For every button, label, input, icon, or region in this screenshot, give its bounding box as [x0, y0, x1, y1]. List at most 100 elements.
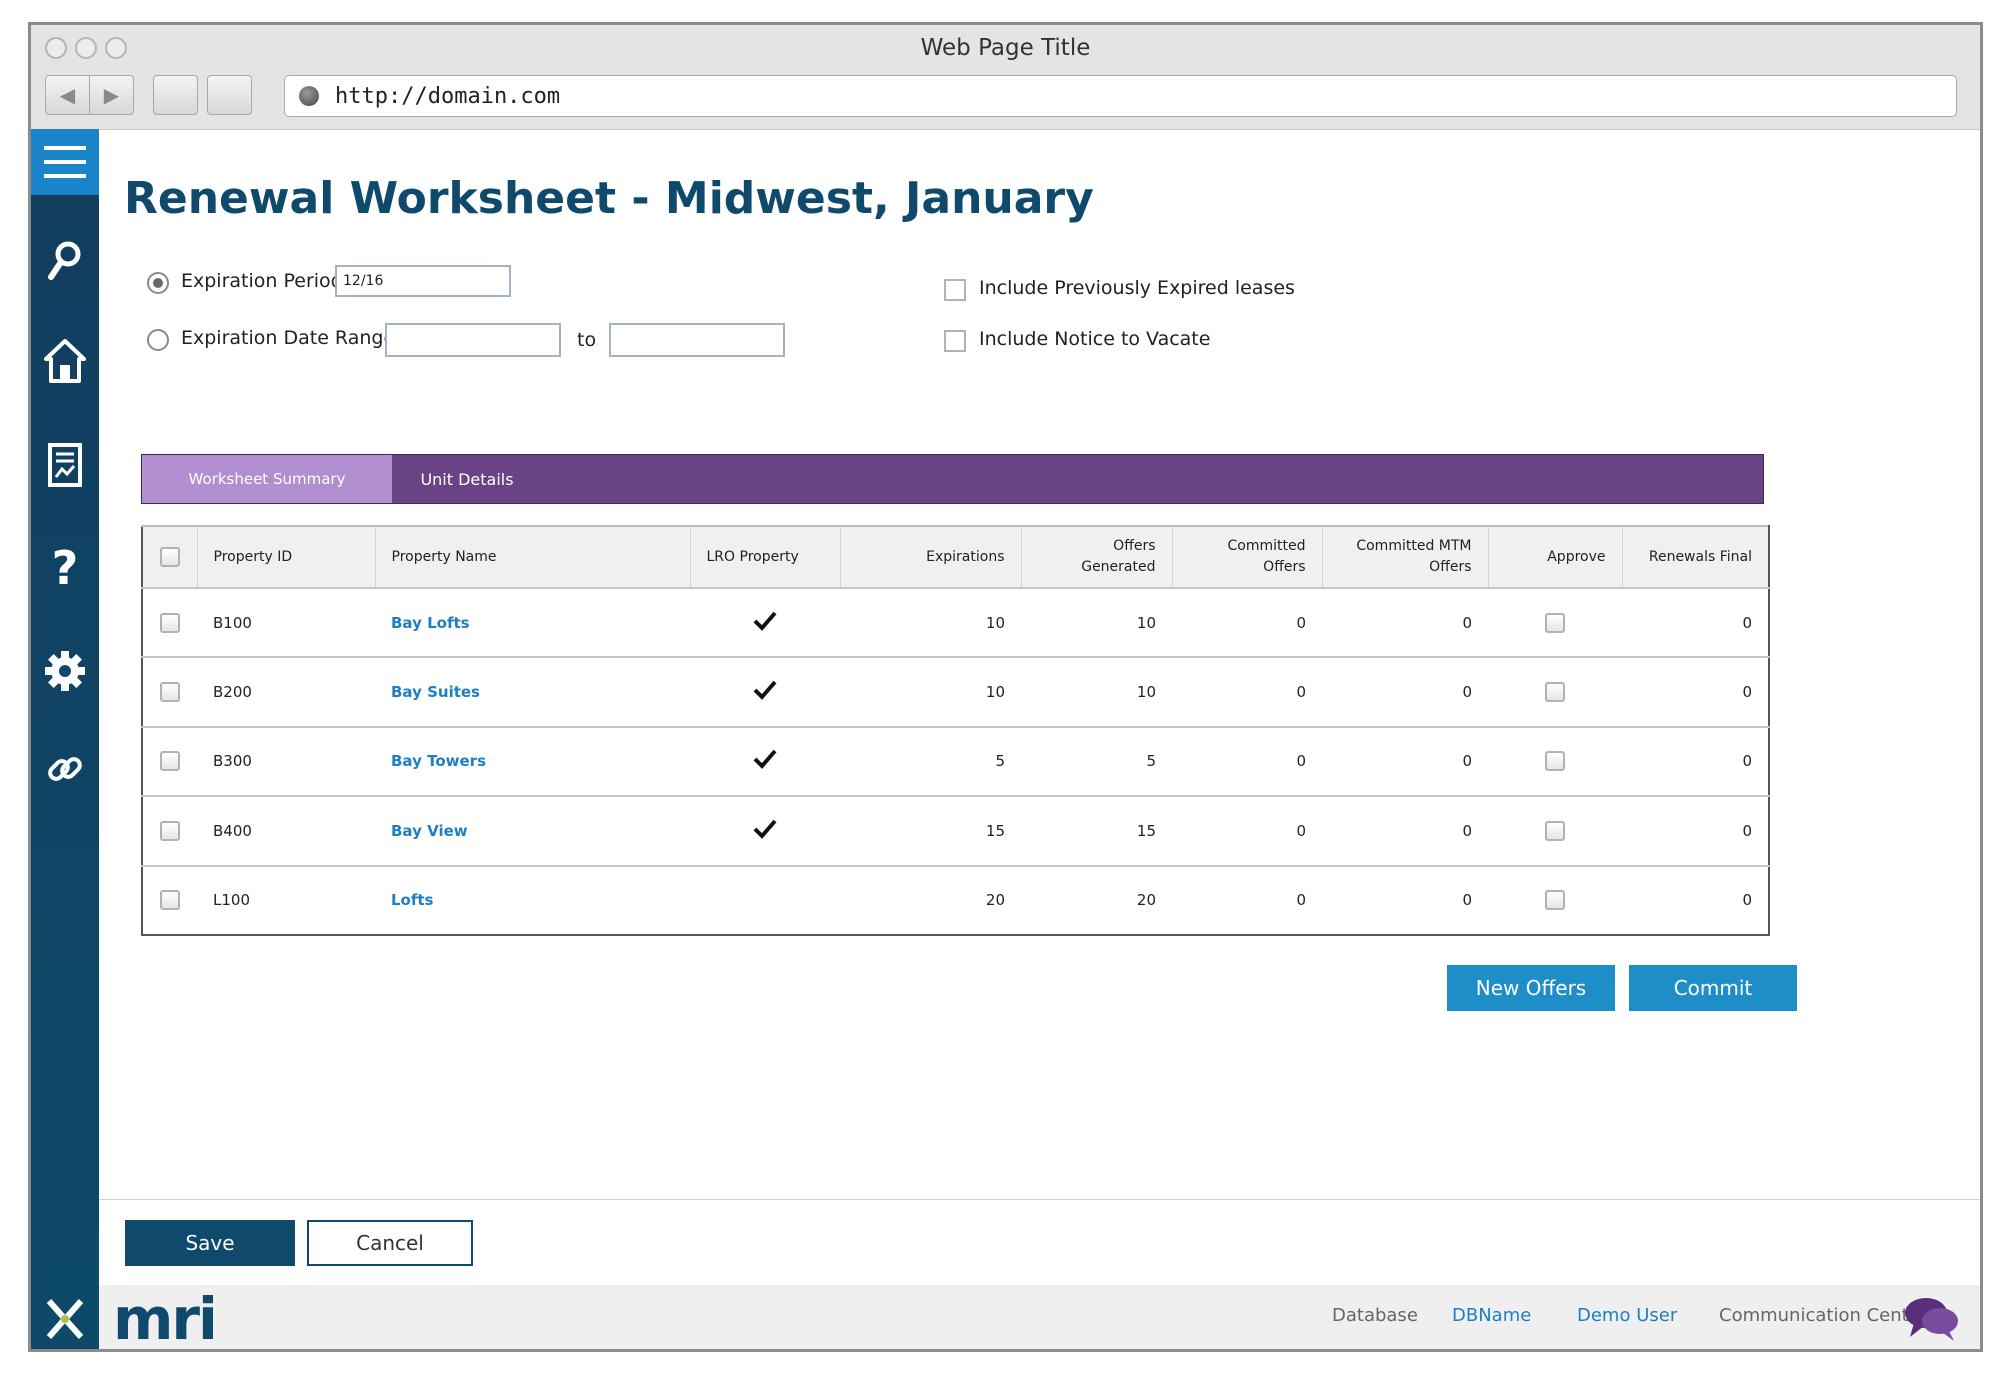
offers-generated-cell: 10: [1021, 588, 1172, 659]
expirations-cell: 10: [840, 657, 1021, 728]
offers-generated-cell: 20: [1136, 891, 1156, 910]
offers-generated-cell: 5: [1021, 726, 1172, 798]
col-committed-mtm-offers[interactable]: Committed MTM Offers: [1321, 526, 1488, 589]
worksheet-table: Property ID Property Name LRO Property E…: [141, 525, 1770, 936]
link-icon: [48, 757, 82, 781]
range-to-input[interactable]: [609, 323, 785, 357]
row-select-checkbox[interactable]: [160, 612, 180, 633]
table-row[interactable]: B200 Bay Suites 10 10 0 0 0: [142, 657, 1769, 728]
row-select-checkbox[interactable]: [160, 751, 180, 772]
lro-property-cell: [690, 657, 840, 728]
property-name-cell: Lofts: [375, 866, 690, 935]
renewals-final-cell: 0: [1622, 657, 1769, 728]
property-name-link[interactable]: Lofts: [391, 891, 434, 909]
checkmark-icon: [753, 611, 777, 631]
row-select-cell: [142, 726, 197, 798]
table-row[interactable]: B400 Bay View 15 15 0 0 0: [142, 796, 1769, 867]
range-to-label: to: [577, 329, 597, 351]
approve-cell: [1488, 588, 1622, 659]
tab-bar: Worksheet Summary Unit Details: [141, 454, 1764, 504]
col-committed-offers[interactable]: Committed Offers: [1171, 526, 1322, 589]
property-name-link[interactable]: Bay View: [391, 822, 468, 840]
approve-checkbox[interactable]: [1545, 682, 1565, 703]
cancel-button[interactable]: Cancel: [307, 1220, 473, 1266]
expiration-period-input[interactable]: [335, 265, 511, 297]
include-notice-checkbox[interactable]: [944, 330, 966, 352]
search-icon: [48, 241, 81, 280]
range-from-input[interactable]: [385, 323, 561, 357]
checkmark-icon: [753, 819, 777, 839]
tab-unit-details[interactable]: Unit Details: [392, 455, 542, 503]
approve-checkbox[interactable]: [1545, 890, 1565, 911]
sidebar-help[interactable]: ?: [31, 541, 99, 595]
property-name-link[interactable]: Bay Lofts: [391, 614, 470, 632]
col-approve[interactable]: Approve: [1487, 526, 1622, 589]
approve-checkbox[interactable]: [1545, 751, 1565, 772]
row-select-checkbox[interactable]: [160, 682, 180, 703]
committed-offers-cell: 0: [1296, 891, 1306, 910]
save-button[interactable]: Save: [125, 1220, 295, 1266]
database-name-link[interactable]: DBName: [1452, 1305, 1531, 1326]
back-arrow-icon: ◀: [59, 83, 76, 107]
committed-offers-cell: 0: [1172, 588, 1322, 659]
include-notice-label: Include Notice to Vacate: [979, 328, 1211, 350]
user-link[interactable]: Demo User: [1577, 1305, 1677, 1326]
lro-property-cell: [690, 726, 840, 798]
chat-bubbles-icon[interactable]: [1904, 1295, 1960, 1343]
property-name-link[interactable]: Bay Towers: [391, 752, 486, 770]
reload-button[interactable]: [153, 75, 198, 115]
sidebar-reports[interactable]: [31, 441, 99, 489]
forward-button[interactable]: ▶: [89, 75, 134, 115]
lro-property-cell: [690, 796, 840, 867]
commit-button[interactable]: Commit: [1629, 965, 1797, 1011]
row-select-cell: [142, 657, 197, 728]
select-all-checkbox[interactable]: [159, 546, 180, 567]
menu-button[interactable]: [31, 129, 99, 195]
sidebar: ?: [31, 129, 99, 1349]
property-name-cell: Bay View: [375, 796, 690, 867]
col-expirations[interactable]: Expirations: [839, 526, 1021, 589]
table-row[interactable]: B100 Bay Lofts 10 10 0 0 0: [142, 588, 1769, 659]
row-select-cell: [142, 796, 197, 867]
property-name-cell: Bay Suites: [375, 657, 690, 728]
browser-window: Web Page Title ◀ ▶ http://domain.com ? R…: [28, 22, 1983, 1352]
expiration-period-radio[interactable]: [147, 272, 169, 294]
sidebar-settings[interactable]: [31, 649, 99, 693]
col-renewals-final[interactable]: Renewals Final: [1621, 526, 1769, 589]
col-property-name[interactable]: Property Name: [374, 526, 690, 589]
communication-center-link[interactable]: Communication Center: [1719, 1305, 1927, 1326]
approve-checkbox[interactable]: [1545, 612, 1565, 633]
lro-property-cell: [690, 866, 840, 935]
table-row[interactable]: L100 Lofts 20 20 0 0 0: [142, 866, 1769, 935]
tab-worksheet-summary[interactable]: Worksheet Summary: [142, 455, 392, 503]
sidebar-home[interactable]: [31, 337, 99, 385]
globe-icon: [299, 86, 319, 106]
page-title: Renewal Worksheet - Midwest, January: [124, 173, 1094, 224]
address-bar[interactable]: http://domain.com: [284, 75, 1957, 117]
property-name-cell: Bay Towers: [375, 726, 690, 798]
row-select-checkbox[interactable]: [160, 890, 180, 911]
back-button[interactable]: ◀: [45, 75, 90, 115]
form-footer: Save Cancel: [99, 1199, 1980, 1286]
report-icon: [48, 443, 82, 487]
share-button[interactable]: [207, 75, 252, 115]
include-expired-checkbox[interactable]: [944, 279, 966, 301]
col-property-id[interactable]: Property ID: [196, 526, 375, 589]
approve-checkbox[interactable]: [1545, 820, 1565, 841]
sidebar-links[interactable]: [31, 749, 99, 789]
property-name-link[interactable]: Bay Suites: [391, 683, 480, 701]
col-lro-property[interactable]: LRO Property: [689, 526, 840, 589]
col-committed-offers-line1: Committed: [1227, 538, 1306, 554]
property-id-cell: B400: [197, 796, 375, 867]
sidebar-search[interactable]: [31, 239, 99, 283]
help-icon: ?: [51, 541, 79, 595]
expirations-cell: 10: [840, 588, 1021, 659]
new-offers-button[interactable]: New Offers: [1447, 965, 1615, 1011]
forward-arrow-icon: ▶: [103, 83, 120, 107]
table-row[interactable]: B300 Bay Towers 5 5 0 0 0: [142, 726, 1769, 798]
row-select-checkbox[interactable]: [160, 820, 180, 841]
main-content: Renewal Worksheet - Midwest, January Exp…: [99, 129, 1980, 1349]
col-offers-generated[interactable]: Offers Generated: [1020, 526, 1172, 589]
expiration-period-label: Expiration Period: [181, 270, 343, 292]
expiration-date-range-radio[interactable]: [147, 329, 169, 351]
